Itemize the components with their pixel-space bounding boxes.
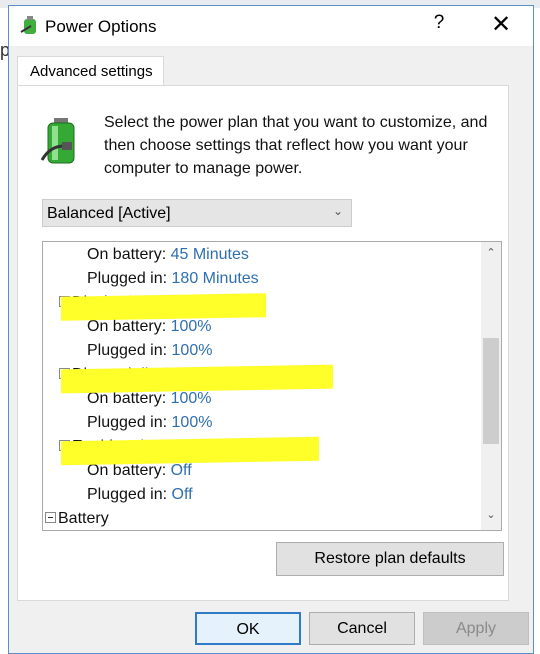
tree-label: Battery (58, 510, 109, 527)
cancel-button[interactable]: Cancel (309, 612, 415, 645)
advanced-settings-panel: Select the power plan that you want to c… (17, 85, 509, 601)
power-options-icon (20, 16, 36, 34)
restore-plan-defaults-button[interactable]: Restore plan defaults (276, 542, 504, 576)
scrollbar-thumb[interactable] (483, 338, 499, 444)
tab-advanced-settings[interactable]: Advanced settings (17, 56, 164, 86)
tree-group-row[interactable]: Battery (45, 510, 109, 528)
tree-setting-row[interactable]: On battery: Off (87, 462, 192, 480)
collapse-icon[interactable] (45, 512, 56, 523)
help-button[interactable]: ? (424, 12, 454, 34)
tree-value[interactable]: Off (172, 486, 193, 503)
highlight-mark (61, 364, 333, 394)
battery-plug-icon (40, 118, 75, 164)
tree-label: Plugged in: (87, 270, 168, 287)
description-text: Select the power plan that you want to c… (104, 114, 488, 177)
highlight-mark (61, 436, 319, 466)
tree-setting-row[interactable]: Plugged in: 180 Minutes (87, 270, 259, 288)
tree-value[interactable]: 100% (171, 318, 212, 335)
tree-value[interactable]: 100% (171, 390, 212, 407)
power-plan-dropdown[interactable]: Balanced [Active] ⌄ (42, 199, 352, 227)
tree-setting-row[interactable]: On battery: 100% (87, 318, 212, 336)
tree-value[interactable]: 100% (172, 414, 213, 431)
tree-label: Plugged in: (87, 486, 168, 503)
tree-setting-row[interactable]: Plugged in: Off (87, 486, 193, 504)
tree-scrollbar[interactable]: ⌃ ⌄ (481, 242, 501, 530)
tree-value[interactable]: 45 Minutes (171, 246, 249, 263)
tree-setting-row[interactable]: Plugged in: 100% (87, 414, 212, 432)
settings-tree[interactable]: On battery: 45 Minutes Plugged in: 180 Mi… (42, 241, 502, 531)
tree-label: On battery: (87, 246, 167, 263)
power-plan-value: Balanced [Active] (47, 205, 171, 222)
tree-setting-row[interactable]: Plugged in: 100% (87, 342, 212, 360)
chevron-down-icon: ⌄ (332, 204, 343, 218)
highlight-mark (61, 293, 266, 321)
close-button[interactable]: ✕ (484, 10, 518, 39)
scroll-down-icon[interactable]: ⌄ (481, 508, 501, 528)
power-options-dialog: Power Options ? ✕ Advanced settings Sele… (8, 5, 534, 654)
tree-setting-row[interactable]: On battery: 45 Minutes (87, 246, 249, 264)
apply-button[interactable]: Apply (423, 612, 529, 645)
tree-value[interactable]: Off (171, 462, 192, 479)
scroll-up-icon[interactable]: ⌃ (481, 246, 501, 266)
window-title: Power Options (45, 17, 157, 36)
tree-label: On battery: (87, 318, 167, 335)
tree-value[interactable]: 100% (172, 342, 213, 359)
tree-label: Plugged in: (87, 342, 168, 359)
title-bar: Power Options ? ✕ (9, 6, 533, 46)
ok-button[interactable]: OK (195, 612, 301, 645)
tree-label: Plugged in: (87, 414, 168, 431)
tree-setting-row[interactable]: On battery: 100% (87, 390, 212, 408)
tree-value[interactable]: 180 Minutes (172, 270, 259, 287)
